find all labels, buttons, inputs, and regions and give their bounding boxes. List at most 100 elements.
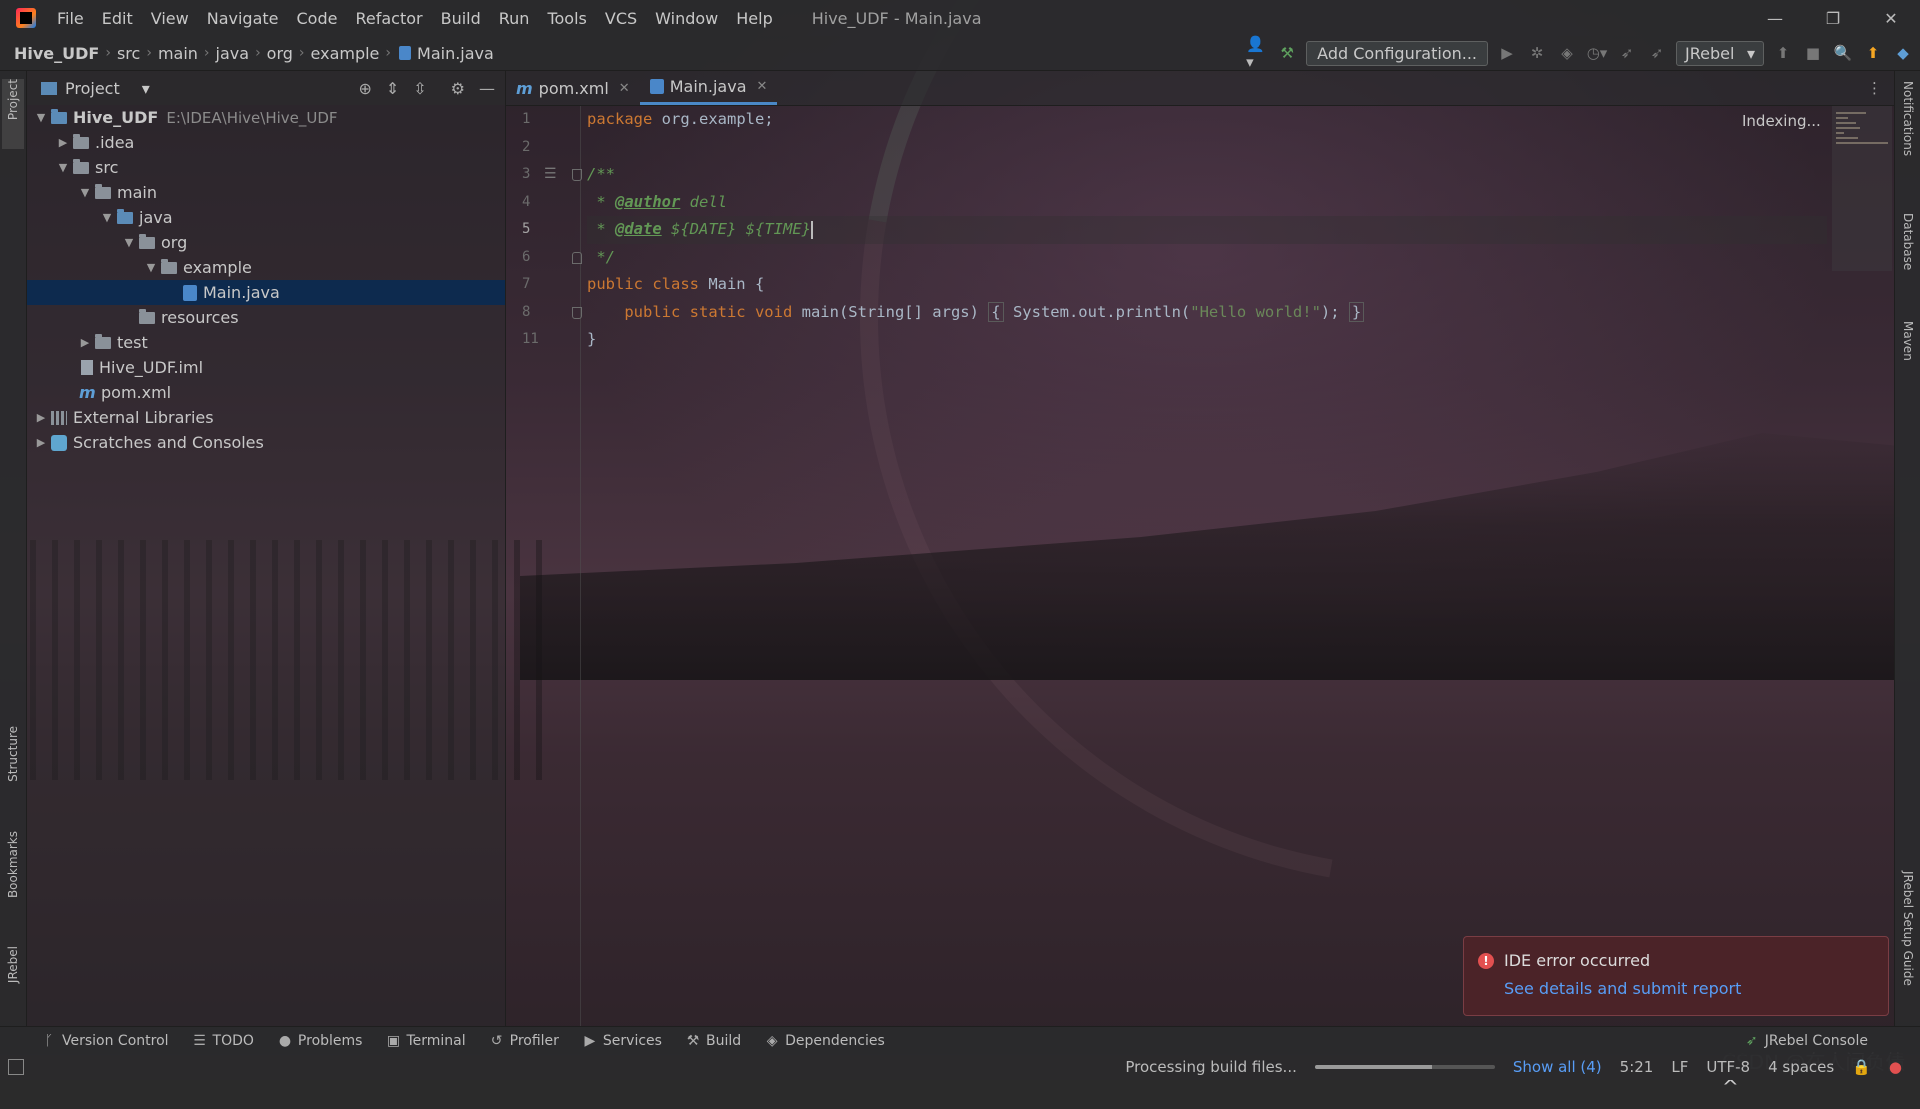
- menu-help[interactable]: Help: [727, 9, 781, 28]
- more-tabs-icon[interactable]: ⋮: [1867, 79, 1882, 97]
- expand-all-icon[interactable]: ⇕: [386, 79, 399, 98]
- stop-icon[interactable]: ■: [1802, 42, 1824, 64]
- intellij-logo-icon[interactable]: [16, 8, 36, 28]
- close-tab-icon[interactable]: ✕: [757, 79, 768, 94]
- menu-window[interactable]: Window: [646, 9, 727, 28]
- maximize-button[interactable]: ❐: [1804, 0, 1862, 36]
- terminal-button[interactable]: ▣ Terminal: [374, 1033, 477, 1049]
- lock-icon[interactable]: 🔒: [1852, 1058, 1871, 1076]
- fold-icon[interactable]: [572, 306, 582, 319]
- update-available-icon[interactable]: ⬆: [1862, 42, 1884, 64]
- chevron-right-icon[interactable]: ▶: [33, 411, 49, 424]
- jrebel-debug-icon[interactable]: ➶: [1646, 42, 1668, 64]
- background-task-label[interactable]: Processing build files...: [1125, 1058, 1296, 1076]
- indent-setting[interactable]: 4 spaces: [1768, 1058, 1834, 1076]
- code-line[interactable]: */: [587, 244, 1827, 272]
- tree-row-scratches[interactable]: ▶ Scratches and Consoles: [27, 430, 505, 455]
- tab-main-java[interactable]: Main.java ✕: [639, 71, 778, 105]
- close-tab-icon[interactable]: ✕: [619, 81, 630, 96]
- database-tool-tab[interactable]: Database: [1897, 213, 1919, 303]
- breadcrumb-example[interactable]: example: [305, 44, 386, 63]
- menu-file[interactable]: File: [48, 9, 93, 28]
- version-control-button[interactable]: ᚴ Version Control: [30, 1033, 181, 1049]
- coverage-icon[interactable]: ◈: [1556, 42, 1578, 64]
- folded-brace[interactable]: {: [988, 301, 1004, 322]
- chevron-down-icon[interactable]: ▼: [33, 111, 49, 124]
- menu-vcs[interactable]: VCS: [596, 9, 646, 28]
- run-icon[interactable]: ▶: [1496, 42, 1518, 64]
- tree-row-idea[interactable]: ▶ .idea: [27, 130, 505, 155]
- close-button[interactable]: ✕: [1862, 0, 1920, 36]
- locate-file-icon[interactable]: ⊕: [358, 79, 371, 98]
- tab-pom-xml[interactable]: m pom.xml ✕: [506, 71, 640, 105]
- tree-row-root[interactable]: ▼ Hive_UDF E:\IDEA\Hive\Hive_UDF: [27, 105, 505, 130]
- tree-row-org[interactable]: ▼ org: [27, 230, 505, 255]
- code-line[interactable]: * @author dell: [587, 189, 1827, 217]
- background-task-progress[interactable]: [1314, 1065, 1495, 1069]
- code-line[interactable]: public class Main {: [587, 271, 1827, 299]
- structure-tool-tab[interactable]: Structure: [2, 726, 24, 806]
- chevron-right-icon[interactable]: ▶: [33, 436, 49, 449]
- tree-row-pom[interactable]: m pom.xml: [27, 380, 505, 405]
- search-icon[interactable]: 🔍: [1832, 42, 1854, 64]
- tree-row-java[interactable]: ▼ java: [27, 205, 505, 230]
- add-configuration-button[interactable]: Add Configuration...: [1306, 40, 1488, 66]
- hide-panel-icon[interactable]: —: [479, 79, 495, 98]
- chevron-right-icon[interactable]: ▶: [77, 336, 93, 349]
- debug-icon[interactable]: ✲: [1526, 42, 1548, 64]
- dependencies-button[interactable]: ◈ Dependencies: [753, 1033, 897, 1049]
- profiler-button[interactable]: ↺ Profiler: [478, 1033, 571, 1049]
- build-button[interactable]: ⚒ Build: [674, 1033, 753, 1049]
- todo-button[interactable]: ☰ TODO: [181, 1033, 266, 1049]
- caret-position[interactable]: 5:21: [1620, 1058, 1654, 1076]
- menu-code[interactable]: Code: [288, 9, 347, 28]
- jrebel-dropdown[interactable]: JRebel ▾: [1676, 40, 1764, 66]
- tree-row-main-java[interactable]: Main.java: [27, 280, 505, 305]
- jrebel-run-icon[interactable]: ➶: [1616, 42, 1638, 64]
- code-line-current[interactable]: * @date ${DATE} ${TIME}: [587, 216, 1827, 244]
- project-view-selector[interactable]: Project ▾: [41, 79, 150, 98]
- code-editor[interactable]: package org.example; /** * @author dell …: [587, 106, 1827, 1026]
- tree-row-external-libraries[interactable]: ▶ External Libraries: [27, 405, 505, 430]
- jrebel-update-icon[interactable]: ⬆: [1772, 42, 1794, 64]
- chevron-right-icon[interactable]: ▶: [55, 136, 71, 149]
- error-badge-icon[interactable]: ●: [1889, 1058, 1902, 1076]
- tree-row-test[interactable]: ▶ test: [27, 330, 505, 355]
- jrebel-console-button[interactable]: ➶ JRebel Console: [1733, 1033, 1880, 1049]
- breadcrumb-src[interactable]: src: [111, 44, 146, 63]
- menu-tools[interactable]: Tools: [538, 9, 595, 28]
- tree-row-main[interactable]: ▼ main: [27, 180, 505, 205]
- user-account-icon[interactable]: 👤▾: [1246, 35, 1268, 71]
- code-line[interactable]: public static void main(String[] args) {…: [587, 299, 1827, 327]
- build-hammer-icon[interactable]: ⚒: [1276, 42, 1298, 64]
- jetbrains-toolbox-icon[interactable]: ◆: [1892, 42, 1914, 64]
- file-encoding[interactable]: UTF-8: [1706, 1058, 1750, 1076]
- code-line[interactable]: }: [587, 326, 1827, 354]
- breadcrumb-org[interactable]: org: [261, 44, 299, 63]
- tree-row-iml[interactable]: Hive_UDF.iml: [27, 355, 505, 380]
- breadcrumb-project[interactable]: Hive_UDF: [0, 44, 105, 63]
- error-notification[interactable]: ! IDE error occurred See details and sub…: [1463, 936, 1889, 1016]
- tree-row-example[interactable]: ▼ example: [27, 255, 505, 280]
- tree-row-src[interactable]: ▼ src: [27, 155, 505, 180]
- problems-button[interactable]: ● Problems: [266, 1033, 375, 1049]
- line-separator[interactable]: LF: [1671, 1058, 1688, 1076]
- menu-build[interactable]: Build: [432, 9, 490, 28]
- show-all-tasks-link[interactable]: Show all (4): [1513, 1058, 1602, 1076]
- services-button[interactable]: ▶ Services: [571, 1033, 674, 1049]
- menu-refactor[interactable]: Refactor: [346, 9, 431, 28]
- chevron-down-icon[interactable]: ▼: [121, 236, 137, 249]
- folded-brace[interactable]: }: [1348, 301, 1365, 322]
- menu-view[interactable]: View: [142, 9, 198, 28]
- menu-run[interactable]: Run: [490, 9, 539, 28]
- breadcrumb-main[interactable]: main: [152, 44, 204, 63]
- notifications-tool-tab[interactable]: Notifications: [1897, 81, 1919, 191]
- jrebel-setup-tool-tab[interactable]: JRebel Setup Guide: [1897, 871, 1919, 1011]
- chevron-down-icon[interactable]: ▼: [143, 261, 159, 274]
- collapse-all-icon[interactable]: ⇳: [413, 79, 426, 98]
- menu-navigate[interactable]: Navigate: [198, 9, 288, 28]
- breadcrumb-java[interactable]: java: [210, 44, 256, 63]
- menu-edit[interactable]: Edit: [93, 9, 142, 28]
- project-tool-tab[interactable]: Project: [2, 79, 24, 149]
- see-details-link[interactable]: See details and submit report: [1504, 979, 1741, 998]
